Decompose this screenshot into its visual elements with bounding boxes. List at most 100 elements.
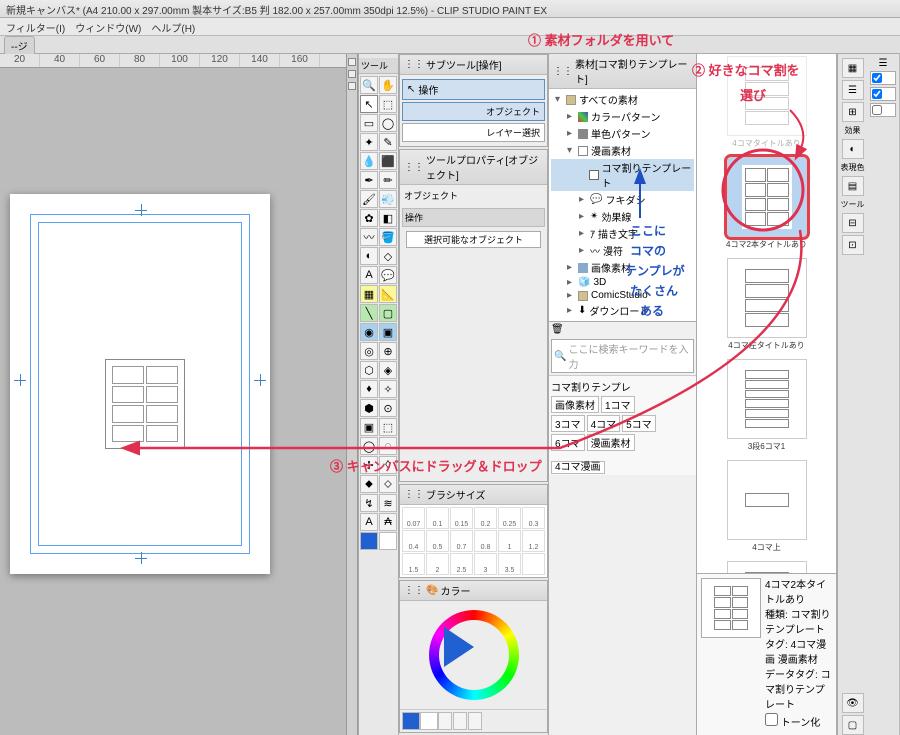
history-swatch[interactable]: [468, 712, 482, 730]
document-tab[interactable]: --ジ: [4, 36, 35, 54]
canvas-page[interactable]: [10, 194, 270, 574]
tool[interactable]: ◌: [379, 437, 397, 455]
fg-color-swatch[interactable]: [402, 712, 420, 730]
strip-button[interactable]: [348, 70, 356, 78]
brush-size-item[interactable]: 1.2: [522, 530, 545, 552]
brush-size-item[interactable]: 0.07: [402, 507, 425, 529]
tag[interactable]: 画像素材: [551, 396, 599, 413]
tool-pencil[interactable]: ✏: [379, 171, 397, 189]
rail-button[interactable]: ▦: [842, 58, 864, 78]
rail-button[interactable]: 👁: [842, 693, 864, 713]
tool-figure[interactable]: ▢: [379, 304, 397, 322]
visibility-toggle[interactable]: [870, 71, 896, 85]
brush-size-item[interactable]: 0.4: [402, 530, 425, 552]
rail-button[interactable]: ⊟: [842, 213, 864, 233]
brush-size-item[interactable]: 0.2: [474, 507, 497, 529]
tool[interactable]: ⊕: [379, 342, 397, 360]
tool[interactable]: ↯: [360, 494, 378, 512]
foreground-color[interactable]: [360, 532, 378, 550]
tree-item[interactable]: ▸⬇ダウンロード: [551, 302, 694, 319]
brush-size-item[interactable]: 2.5: [450, 553, 473, 575]
tree-item-koma-template[interactable]: コマ割りテンプレート: [551, 159, 694, 191]
brush-size-item[interactable]: 0.15: [450, 507, 473, 529]
rail-button[interactable]: ◐: [842, 139, 864, 159]
tree-item[interactable]: ▸💬フキダシ: [551, 191, 694, 208]
tree-root[interactable]: ▾すべての素材: [551, 91, 694, 108]
visibility-toggle[interactable]: [870, 103, 896, 117]
tool-eraser[interactable]: ◧: [379, 209, 397, 227]
tag[interactable]: 5コマ: [622, 415, 656, 432]
tool-balloon[interactable]: 💬: [379, 266, 397, 284]
tool-fill[interactable]: 🪣: [379, 228, 397, 246]
thumb-item[interactable]: 4コマ左タイトルあり: [717, 258, 817, 351]
brush-size-item[interactable]: 0.7: [450, 530, 473, 552]
subtool-object[interactable]: オブジェクト: [402, 102, 545, 121]
tool[interactable]: ⬚: [379, 418, 397, 436]
tool[interactable]: ▣: [360, 418, 378, 436]
tool-hand[interactable]: ✋: [379, 76, 397, 94]
tree-item[interactable]: ▾漫画素材: [551, 142, 694, 159]
brush-size-item[interactable]: 0.3: [522, 507, 545, 529]
tool[interactable]: ₳: [379, 513, 397, 531]
tool-lasso[interactable]: ◯: [379, 114, 397, 132]
tool[interactable]: ⬦: [379, 475, 397, 493]
tool[interactable]: ⊙: [379, 399, 397, 417]
strip-button[interactable]: [348, 58, 356, 66]
tool[interactable]: ⬢: [360, 399, 378, 417]
tool-zoom[interactable]: 🔍: [360, 76, 378, 94]
brush-size-item[interactable]: 2: [426, 553, 449, 575]
tree-item[interactable]: ▸✴効果線: [551, 208, 694, 225]
material-search[interactable]: 🔍ここに検索キーワードを入力: [551, 339, 694, 373]
tool-frame[interactable]: ▦: [360, 285, 378, 303]
tool[interactable]: ▣: [379, 323, 397, 341]
tag[interactable]: 漫画素材: [587, 434, 635, 451]
tool[interactable]: ≋: [379, 494, 397, 512]
tree-item[interactable]: ▸単色パターン: [551, 125, 694, 142]
tool-blend[interactable]: 〰: [360, 228, 378, 246]
bg-color-swatch[interactable]: [420, 712, 438, 730]
tree-item[interactable]: ▸〰漫符: [551, 242, 694, 259]
tree-item[interactable]: ▸ComicStudio: [551, 289, 694, 302]
rail-button[interactable]: ⊞: [842, 102, 864, 122]
brush-size-item[interactable]: 0.25: [498, 507, 521, 529]
tool[interactable]: ✢: [360, 456, 378, 474]
color-wheel[interactable]: [414, 605, 534, 705]
thumb-item[interactable]: 4コマ右タイトルあり: [717, 561, 817, 573]
thumb-item[interactable]: 3段6コマ1: [717, 359, 817, 452]
subtool-tab-operation[interactable]: ↖操作: [402, 79, 545, 100]
tool[interactable]: ♦: [360, 380, 378, 398]
tool[interactable]: ⬥: [360, 475, 378, 493]
tool[interactable]: ◯: [360, 437, 378, 455]
history-swatch[interactable]: [453, 712, 467, 730]
tool-deco[interactable]: ✿: [360, 209, 378, 227]
brush-size-item[interactable]: 3.5: [498, 553, 521, 575]
tool-wand[interactable]: ✦: [360, 133, 378, 151]
tree-item[interactable]: ▸カラーパターン: [551, 108, 694, 125]
menu-help[interactable]: ヘルプ(H): [151, 20, 195, 33]
rail-button[interactable]: ▢: [842, 715, 864, 735]
canvas-area[interactable]: 20406080100120140160: [0, 54, 346, 735]
brush-size-item[interactable]: 1: [498, 530, 521, 552]
tool[interactable]: A: [360, 513, 378, 531]
tool[interactable]: ◇: [379, 247, 397, 265]
tag[interactable]: 6コマ: [551, 434, 585, 451]
tool[interactable]: ◈: [379, 361, 397, 379]
tool[interactable]: ✧: [379, 380, 397, 398]
brush-size-item[interactable]: 3: [474, 553, 497, 575]
tool[interactable]: ◉: [360, 323, 378, 341]
tag[interactable]: 1コマ: [601, 396, 635, 413]
brush-size-item[interactable]: [522, 553, 545, 575]
brush-size-item[interactable]: 0.5: [426, 530, 449, 552]
brush-size-item[interactable]: 0.8: [474, 530, 497, 552]
brush-size-item[interactable]: 1.5: [402, 553, 425, 575]
menu-window[interactable]: ウィンドウ(W): [75, 20, 141, 33]
tool-text[interactable]: A: [360, 266, 378, 284]
thumb-item-selected[interactable]: 4コマ2本タイトルあり: [717, 157, 817, 250]
brush-size-grid[interactable]: 0.070.10.150.20.250.3 0.40.50.70.811.2 1…: [400, 505, 547, 577]
brush-size-item[interactable]: 0.1: [426, 507, 449, 529]
tool-marquee[interactable]: ▭: [360, 114, 378, 132]
tool-move[interactable]: ↖: [360, 95, 378, 113]
subtool-layer-select[interactable]: レイヤー選択: [402, 123, 545, 142]
thumb-item[interactable]: 4コマ上: [717, 460, 817, 553]
tool[interactable]: ⬛: [379, 152, 397, 170]
